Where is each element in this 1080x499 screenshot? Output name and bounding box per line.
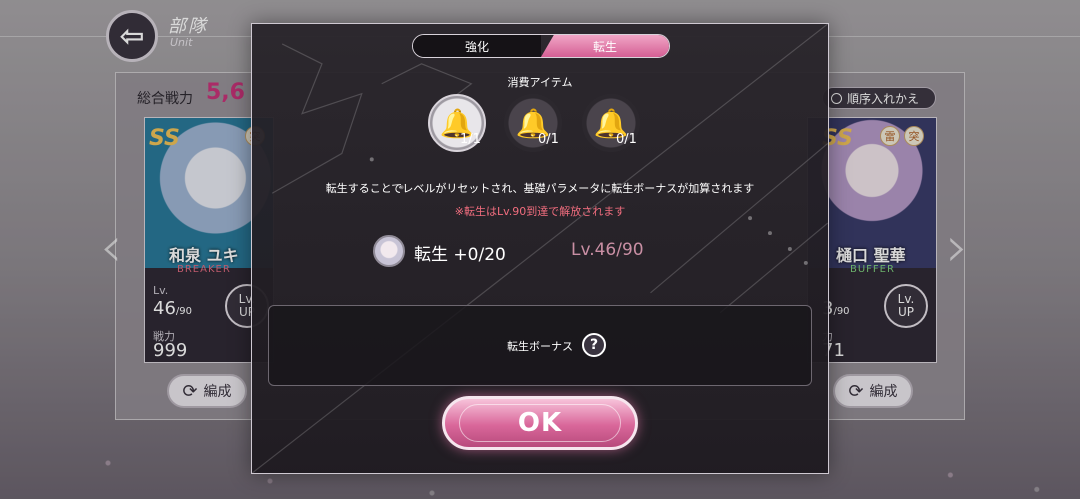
tab-enhance[interactable]: 強化 [413, 35, 541, 57]
bonus-label: 転生ボーナス [507, 340, 573, 353]
ok-button[interactable]: OK [442, 396, 638, 450]
item-count: 0/1 [616, 132, 637, 147]
items-title: 消費アイテム [507, 76, 573, 89]
reincarnation-dialog: 強化 転生 消費アイテム 🔔 🔔 🔔 1/1 0/1 0/1 転生することでレベ… [251, 23, 829, 474]
item-count: 1/1 [460, 132, 481, 147]
tab-bar: 強化 転生 [412, 34, 670, 58]
ok-button-frame [459, 404, 621, 442]
reincarnation-count: 転生 +0/20 [414, 245, 506, 265]
tab-reincarnation[interactable]: 転生 [541, 35, 669, 57]
character-avatar [373, 235, 405, 267]
item-count: 0/1 [538, 132, 559, 147]
level-status: Lv.46/90 [571, 240, 644, 260]
help-icon[interactable]: ? [582, 333, 606, 357]
description-text: 転生することでレベルがリセットされ、基礎パラメータに転生ボーナスが加算されます [325, 182, 755, 195]
unlock-note: ※転生はLv.90到達で解放されます [454, 205, 626, 218]
